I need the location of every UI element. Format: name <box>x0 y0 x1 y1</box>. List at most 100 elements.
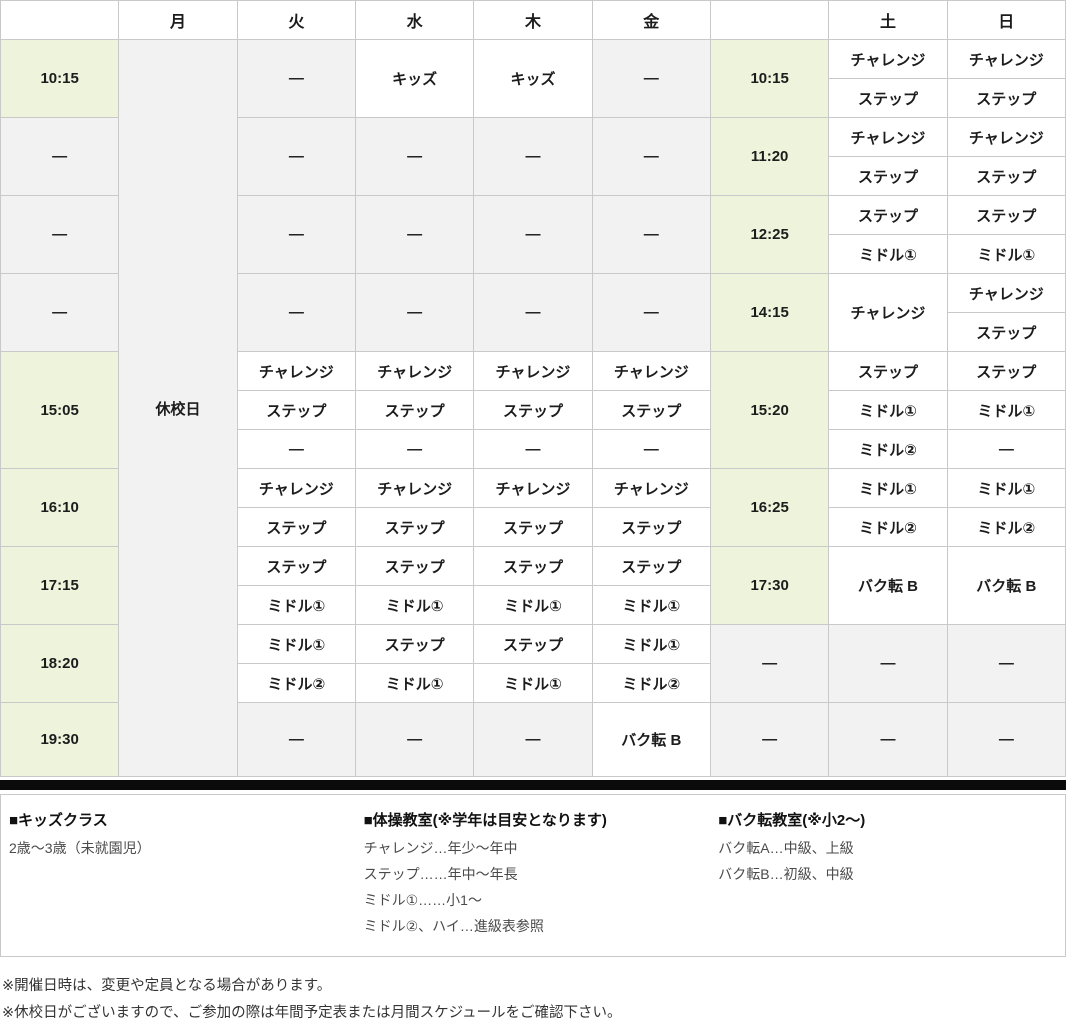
legend-bakuten-line: バク転B…初級、中級 <box>718 862 1059 888</box>
time-cell: 16:25 <box>710 469 828 547</box>
empty-cell: — <box>237 40 355 118</box>
class-cell: — <box>592 430 710 469</box>
class-cell: ステップ <box>947 79 1065 118</box>
header-row: 月 火 水 木 金 土 日 <box>1 1 1066 40</box>
empty-cell: — <box>237 274 355 352</box>
empty-cell: — <box>592 40 710 118</box>
class-cell: ステップ <box>237 391 355 430</box>
time-cell: 12:25 <box>710 196 828 274</box>
class-cell: ミドル① <box>947 391 1065 430</box>
legend-box: ■キッズクラス 2歳～3歳（未就園児） ■体操教室(※学年は目安となります) チ… <box>0 794 1066 957</box>
class-cell: チャレンジ <box>947 274 1065 313</box>
class-cell: ミドル② <box>592 664 710 703</box>
holiday-cell: 休校日 <box>119 40 237 777</box>
empty-cell: — <box>237 703 355 777</box>
empty-cell: — <box>474 196 592 274</box>
empty-cell: — <box>237 196 355 274</box>
empty-cell: — <box>710 625 828 703</box>
footer-notes: ※開催日時は、変更や定員となる場合があります。 ※休校日がございますので、ご参加… <box>0 973 1066 1028</box>
time-cell: 14:15 <box>710 274 828 352</box>
class-cell: ミドル① <box>829 235 947 274</box>
time-cell: 19:30 <box>1 703 119 777</box>
empty-cell: — <box>947 703 1065 777</box>
class-cell: チャレンジ <box>474 469 592 508</box>
class-cell: ミドル① <box>355 586 473 625</box>
note-line: ※開催日時は、変更や定員となる場合があります。 <box>2 973 1066 1001</box>
empty-cell: — <box>355 196 473 274</box>
note-line: ※休校日がございますので、ご参加の際は年間予定表または月間スケジュールをご確認下… <box>2 1000 1066 1028</box>
class-cell: チャレンジ <box>237 469 355 508</box>
class-cell: ステップ <box>474 625 592 664</box>
empty-cell: — <box>474 274 592 352</box>
class-cell: ステップ <box>237 508 355 547</box>
time-cell: 18:20 <box>1 625 119 703</box>
class-cell: ステップ <box>355 547 473 586</box>
table-row: 10:15 休校日 — キッズ キッズ — 10:15 チャレンジ チャレンジ <box>1 40 1066 79</box>
day-header-sun: 日 <box>947 1 1065 40</box>
time-cell: 16:10 <box>1 469 119 547</box>
class-cell: バク転 B <box>947 547 1065 625</box>
empty-cell: — <box>592 196 710 274</box>
class-cell: キッズ <box>355 40 473 118</box>
time-cell: 15:20 <box>710 352 828 469</box>
class-cell: チャレンジ <box>592 352 710 391</box>
class-cell: ステップ <box>474 547 592 586</box>
class-cell: ミドル② <box>829 430 947 469</box>
empty-cell: — <box>355 703 473 777</box>
legend-taiso-line: ミドル①……小1～ <box>364 888 705 914</box>
day-header-tue: 火 <box>237 1 355 40</box>
empty-cell: — <box>355 274 473 352</box>
class-cell: ステップ <box>592 508 710 547</box>
class-cell: バク転 B <box>592 703 710 777</box>
time-cell: 15:05 <box>1 352 119 469</box>
time-header-right <box>710 1 828 40</box>
class-cell: チャレンジ <box>829 40 947 79</box>
empty-cell: — <box>355 118 473 196</box>
class-cell: ミドル① <box>474 586 592 625</box>
class-cell: ステップ <box>474 391 592 430</box>
schedule-table: 月 火 水 木 金 土 日 10:15 休校日 — キッズ キッズ — 10:1… <box>0 0 1066 777</box>
empty-cell: — <box>829 625 947 703</box>
time-cell: — <box>1 118 119 196</box>
empty-cell: — <box>947 625 1065 703</box>
legend-taiso-line: チャレンジ…年少～年中 <box>364 836 705 862</box>
class-cell: — <box>355 430 473 469</box>
legend-taiso-line: ステップ……年中～年長 <box>364 862 705 888</box>
class-cell: ステップ <box>829 196 947 235</box>
class-cell: ステップ <box>592 391 710 430</box>
class-cell: ステップ <box>355 508 473 547</box>
time-cell: 17:15 <box>1 547 119 625</box>
time-cell: 10:15 <box>1 40 119 118</box>
time-cell: 17:30 <box>710 547 828 625</box>
day-header-sat: 土 <box>829 1 947 40</box>
class-cell: ミドル① <box>829 391 947 430</box>
class-cell: ステップ <box>829 157 947 196</box>
time-cell: — <box>1 274 119 352</box>
legend-taiso-title: ■体操教室(※学年は目安となります) <box>364 809 705 830</box>
class-cell: ミドル① <box>237 586 355 625</box>
legend-taiso: ■体操教室(※学年は目安となります) チャレンジ…年少～年中 ステップ……年中～… <box>356 805 711 940</box>
class-cell: ミドル① <box>355 664 473 703</box>
time-cell: 10:15 <box>710 40 828 118</box>
class-cell: バク転 B <box>829 547 947 625</box>
legend-bakuten-line: バク転A…中級、上級 <box>718 836 1059 862</box>
time-header-left <box>1 1 119 40</box>
day-header-fri: 金 <box>592 1 710 40</box>
class-cell: ミドル① <box>947 235 1065 274</box>
time-cell: — <box>1 196 119 274</box>
class-cell: ステップ <box>829 79 947 118</box>
empty-cell: — <box>237 118 355 196</box>
class-cell: チャレンジ <box>355 352 473 391</box>
class-cell: ミドル② <box>947 508 1065 547</box>
empty-cell: — <box>474 703 592 777</box>
class-cell: ミドル② <box>237 664 355 703</box>
class-cell: チャレンジ <box>237 352 355 391</box>
legend-taiso-line: ミドル②、ハイ…進級表参照 <box>364 914 705 940</box>
class-cell: ミドル① <box>237 625 355 664</box>
class-cell: チャレンジ <box>355 469 473 508</box>
class-cell: ステップ <box>947 196 1065 235</box>
empty-cell: — <box>474 118 592 196</box>
day-header-mon: 月 <box>119 1 237 40</box>
class-cell: — <box>947 430 1065 469</box>
class-cell: ステップ <box>592 547 710 586</box>
